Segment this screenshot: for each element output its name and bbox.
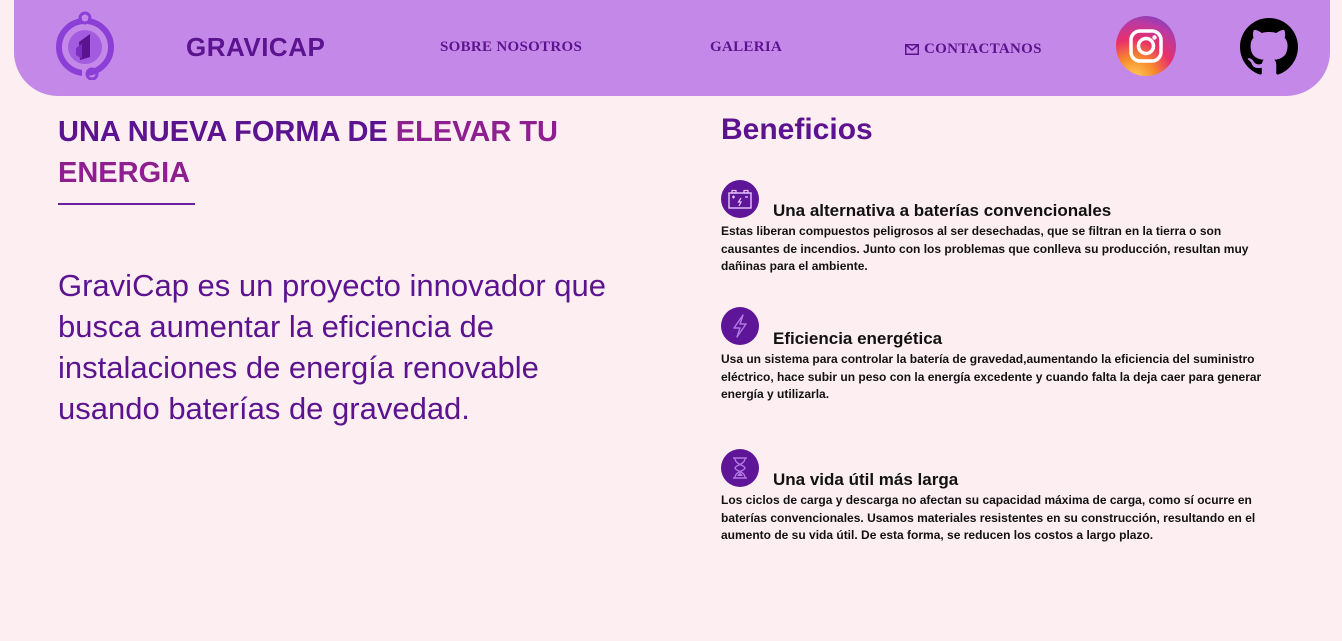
instagram-icon[interactable] xyxy=(1116,16,1176,76)
benefit-title: Una alternativa a baterías convencionale… xyxy=(773,201,1112,220)
benefits-title: Beneficios xyxy=(721,113,873,146)
hero-divider xyxy=(58,203,195,205)
github-icon[interactable] xyxy=(1240,18,1298,76)
battery-icon xyxy=(721,180,759,218)
nav-link-gallery[interactable]: GALERIA xyxy=(710,39,782,56)
nav-link-contact-label: CONTACTANOS xyxy=(924,41,1042,57)
benefit-text: Usa un sistema para controlar la batería… xyxy=(721,352,1262,401)
gravicap-logo-icon[interactable] xyxy=(52,10,118,80)
brand-name[interactable]: GRAVICAP xyxy=(186,32,325,63)
lightning-icon xyxy=(721,307,759,345)
hero-title-part1: UNA NUEVA FORMA DE xyxy=(58,116,396,148)
mail-icon xyxy=(905,44,919,55)
hero-title: UNA NUEVA FORMA DE ELEVAR TU ENERGIA xyxy=(58,112,618,194)
benefit-title: Una vida útil más larga xyxy=(773,470,959,489)
nav-link-about[interactable]: SOBRE NOSOTROS xyxy=(440,39,582,56)
benefit-title: Eficiencia energética xyxy=(773,329,943,348)
benefit-text: Los ciclos de carga y descarga no afecta… xyxy=(721,493,1256,542)
hourglass-icon xyxy=(721,449,759,487)
nav-link-contact[interactable]: CONTACTANOS xyxy=(905,41,1042,58)
hero-description: GraviCap es un proyecto innovador que bu… xyxy=(58,268,606,426)
benefit-text: Estas liberan compuestos peligrosos al s… xyxy=(721,224,1249,273)
